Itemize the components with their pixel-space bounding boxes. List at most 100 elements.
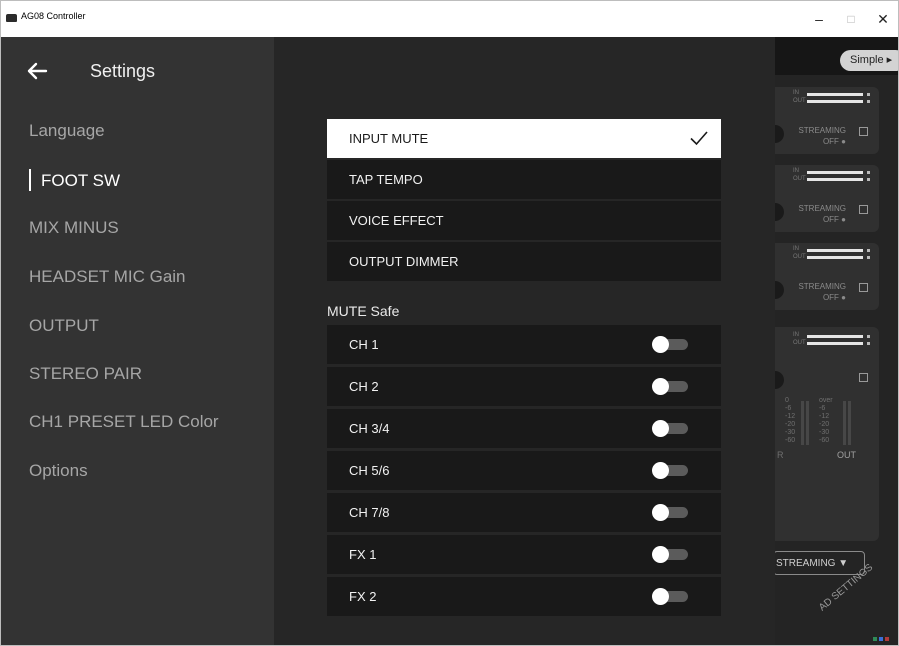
mute-safe-toggle-ch2[interactable] [652, 378, 688, 395]
meter-peak [867, 100, 870, 103]
mute-safe-row-fx2: FX 2 [327, 577, 721, 616]
meter-peak [867, 342, 870, 345]
sidebar-item-headset-mic-gain[interactable]: HEADSET MIC Gain [29, 267, 186, 287]
mute-safe-toggle-ch5-6[interactable] [652, 462, 688, 479]
scale-tick: -30 [819, 429, 830, 436]
scale-tick: -20 [819, 421, 830, 428]
meter-in-label: IN [793, 168, 799, 174]
sidebar-item-language[interactable]: Language [29, 121, 105, 141]
meter-bar [807, 249, 863, 252]
channel-label: CH 1 [349, 337, 379, 352]
foot-sw-panel: INPUT MUTE TAP TEMPO VOICE EFFECT OUTPUT… [274, 37, 775, 645]
level-scale-right: over -6 -12 -20 -30 -60 [819, 397, 833, 445]
level-bar [848, 401, 851, 445]
sidebar-item-stereo-pair[interactable]: STEREO PAIR [29, 364, 142, 384]
streaming-label: STREAMING [798, 282, 846, 291]
open-external-icon[interactable] [859, 127, 868, 136]
channel-label: CH 2 [349, 379, 379, 394]
option-tap-tempo[interactable]: TAP TEMPO [327, 160, 721, 199]
meter-out-label: OUT [793, 176, 806, 182]
channel-label: CH 5/6 [349, 463, 390, 478]
title-bar[interactable]: AG08 Controller – □ ✕ [1, 1, 898, 37]
meter-in-label: IN [793, 246, 799, 252]
sidebar-item-mix-minus[interactable]: MIX MINUS [29, 218, 119, 238]
meter-peak [867, 335, 870, 338]
scale-tick: -6 [785, 405, 792, 412]
channel-knob[interactable] [775, 203, 784, 221]
channel-label: FX 2 [349, 589, 377, 604]
meter-out-label: OUT [793, 340, 806, 346]
option-label: TAP TEMPO [349, 172, 423, 187]
mute-safe-row-ch5-6: CH 5/6 [327, 451, 721, 490]
level-bar [843, 401, 846, 445]
meter-bar [807, 178, 863, 181]
streaming-state: OFF ● [822, 137, 846, 146]
channel-label: FX 1 [349, 547, 377, 562]
meter-in-label: IN [793, 332, 799, 338]
scale-tick: over [819, 397, 833, 404]
meter-bar [807, 342, 863, 345]
scale-tick: -20 [785, 421, 796, 428]
option-label: VOICE EFFECT [349, 213, 444, 228]
channel-label: CH 3/4 [349, 421, 390, 436]
toggle-knob [652, 420, 669, 437]
mute-safe-row-ch7-8: CH 7/8 [327, 493, 721, 532]
sidebar-item-output[interactable]: OUTPUT [29, 316, 99, 336]
option-input-mute[interactable]: INPUT MUTE [327, 119, 721, 158]
channel-strip: IN OUT STREAMING OFF ● [775, 243, 879, 310]
mixer-background: Simple ▸ IN OUT STREAMING OFF ● IN OUT S… [775, 37, 898, 645]
option-voice-effect[interactable]: VOICE EFFECT [327, 201, 721, 240]
maximize-button[interactable]: □ [837, 6, 865, 32]
scale-tick: -60 [785, 437, 796, 444]
open-external-icon[interactable] [859, 283, 868, 292]
sidebar-item-ch1-preset-led-color[interactable]: CH1 PRESET LED Color [29, 412, 219, 432]
mute-safe-row-ch3-4: CH 3/4 [327, 409, 721, 448]
meter-peak [867, 178, 870, 181]
output-meter-panel: IN OUT 0 -6 -12 -20 -30 -60 over -6 -12 … [775, 327, 879, 541]
mute-safe-row-ch1: CH 1 [327, 325, 721, 364]
channel-label: CH 7/8 [349, 505, 390, 520]
open-external-icon[interactable] [859, 205, 868, 214]
mute-safe-row-fx1: FX 1 [327, 535, 721, 574]
channel-knob[interactable] [775, 371, 784, 389]
meter-peak [867, 256, 870, 259]
sidebar-item-options[interactable]: Options [29, 461, 88, 481]
status-led [885, 637, 889, 641]
meter-bar [807, 171, 863, 174]
mute-safe-toggle-fx1[interactable] [652, 546, 688, 563]
simple-mode-button[interactable]: Simple ▸ [840, 50, 898, 71]
window-title: AG08 Controller [21, 11, 86, 21]
meter-peak [867, 93, 870, 96]
minimize-button[interactable]: – [805, 6, 833, 32]
app-window: AG08 Controller – □ ✕ Settings Language … [0, 0, 899, 646]
scale-tick: -12 [819, 413, 830, 420]
option-label: INPUT MUTE [349, 131, 429, 146]
meter-peak [867, 249, 870, 252]
mute-safe-toggle-ch3-4[interactable] [652, 420, 688, 437]
mute-safe-toggle-ch1[interactable] [652, 336, 688, 353]
channel-strip: IN OUT STREAMING OFF ● [775, 165, 879, 232]
mute-safe-toggle-fx2[interactable] [652, 588, 688, 605]
option-label: OUTPUT DIMMER [349, 254, 459, 269]
meter-out-label: OUT [793, 98, 806, 104]
sidebar-item-foot-sw[interactable]: FOOT SW [41, 171, 120, 191]
scale-tick: -12 [785, 413, 796, 420]
open-external-icon[interactable] [859, 373, 868, 382]
option-output-dimmer[interactable]: OUTPUT DIMMER [327, 242, 721, 281]
channel-knob[interactable] [775, 281, 784, 299]
meter-in-label: IN [793, 90, 799, 96]
meter-bar [807, 100, 863, 103]
close-button[interactable]: ✕ [869, 6, 897, 32]
mute-safe-toggle-ch7-8[interactable] [652, 504, 688, 521]
channel-knob[interactable] [775, 125, 784, 143]
toggle-knob [652, 336, 669, 353]
back-arrow-icon[interactable] [25, 59, 49, 83]
toggle-knob [652, 546, 669, 563]
mute-safe-row-ch2: CH 2 [327, 367, 721, 406]
streaming-select[interactable]: STREAMING ▼ [775, 551, 865, 575]
scale-tick: -6 [819, 405, 826, 412]
streaming-label: STREAMING [798, 204, 846, 213]
level-bar [806, 401, 809, 445]
mute-safe-heading: MUTE Safe [327, 303, 400, 319]
scale-tick: -30 [785, 429, 796, 436]
